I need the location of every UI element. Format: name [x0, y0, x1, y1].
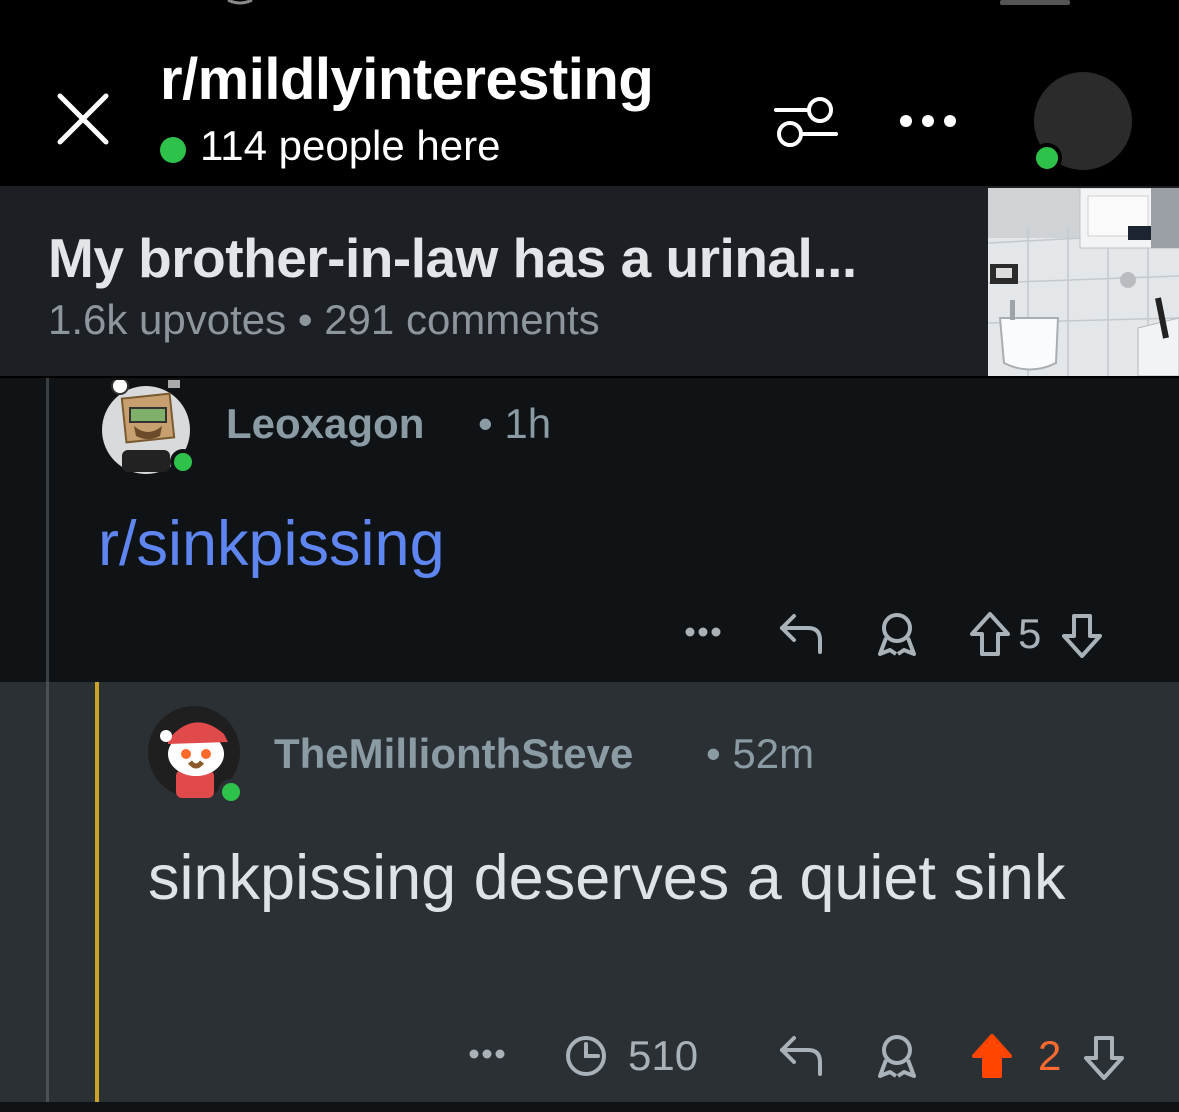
comment-time: • 1h: [478, 400, 552, 447]
view-count: 510: [628, 1032, 699, 1079]
subreddit-title[interactable]: r/mildlyinteresting: [160, 46, 654, 113]
comment-actions: 510 2: [464, 1024, 1144, 1084]
bathroom-thumbnail-image: [988, 188, 1179, 376]
post-title[interactable]: My brother-in-law has a urinal...: [48, 226, 857, 290]
online-indicator-icon: [170, 449, 196, 475]
close-icon: [57, 93, 109, 145]
award-icon[interactable]: [874, 610, 920, 658]
vote-count: 5: [1018, 610, 1042, 657]
bottom-divider: [0, 1102, 1179, 1112]
comment-time: • 52m: [706, 730, 815, 777]
award-icon[interactable]: [874, 1032, 920, 1080]
comment-body: sinkpissing deserves a quiet sink: [148, 843, 1066, 913]
upvote-icon-active[interactable]: [970, 1032, 1014, 1080]
upvote-icon[interactable]: [968, 610, 1012, 658]
thread-line-highlight[interactable]: [95, 682, 99, 1112]
reply-icon[interactable]: [776, 1032, 826, 1078]
vote-count-upvoted: 2: [1038, 1032, 1062, 1079]
more-options-button[interactable]: [896, 106, 960, 136]
downvote-icon[interactable]: [1060, 612, 1104, 660]
close-button[interactable]: [52, 88, 114, 150]
comment-author[interactable]: TheMillionthSteve: [274, 730, 633, 778]
comment-body-link[interactable]: r/sinkpissing: [98, 508, 445, 580]
filter-button[interactable]: [772, 92, 840, 154]
online-indicator-icon: [160, 137, 186, 163]
downvote-icon[interactable]: [1082, 1034, 1126, 1082]
comment-actions: 5: [680, 604, 1140, 664]
user-online-icon: [1032, 143, 1062, 173]
online-count: 114 people here: [200, 122, 501, 169]
status-bar-fragment: [227, 0, 1070, 5]
filter-icon: [774, 97, 838, 147]
reply-icon[interactable]: [776, 610, 826, 656]
post-meta: 1.6k upvotes • 291 comments: [48, 296, 600, 343]
more-icon[interactable]: [464, 1044, 510, 1064]
more-icon: [900, 115, 956, 127]
more-icon[interactable]: [680, 622, 726, 642]
post-thumbnail[interactable]: [988, 188, 1179, 376]
views-icon: [566, 1036, 606, 1076]
thread-line[interactable]: [46, 682, 49, 1112]
comment-author[interactable]: Leoxagon: [226, 400, 424, 448]
online-indicator-icon: [218, 779, 244, 805]
